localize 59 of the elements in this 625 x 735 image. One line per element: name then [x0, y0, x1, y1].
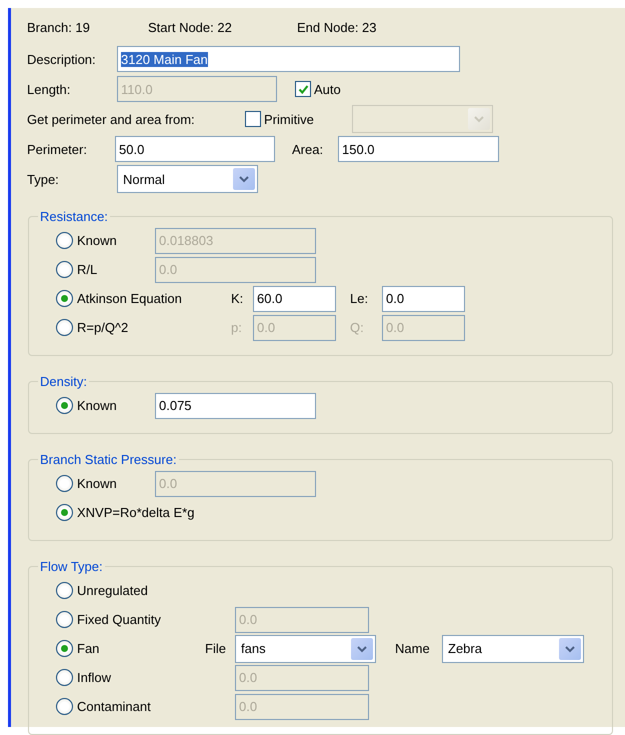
radio-label: Inflow — [77, 670, 111, 685]
radio-button[interactable] — [56, 319, 73, 336]
group-title: Resistance: — [39, 209, 109, 224]
text-field[interactable]: 0.075 — [155, 392, 316, 418]
chevron-down-icon — [468, 108, 490, 130]
group-title: Branch Static Pressure: — [39, 452, 178, 467]
chevron-down-icon — [233, 168, 255, 190]
radio-label: Known — [77, 398, 117, 413]
field-label: K: — [231, 291, 244, 306]
text-field[interactable]: 150.0 — [338, 136, 499, 162]
field-label: Perimeter: — [27, 142, 88, 156]
text-field[interactable]: 50.0 — [115, 136, 275, 162]
text-field[interactable]: 0.0 — [382, 286, 465, 312]
field-label: Q: — [350, 320, 365, 335]
radio-label: Known — [77, 233, 117, 248]
checkmark-icon — [298, 84, 308, 94]
radio-label: R=p/Q^2 — [77, 320, 128, 335]
radio-button[interactable] — [56, 397, 73, 414]
dropdown[interactable]: fans — [235, 634, 376, 662]
dropdown[interactable]: Zebra — [442, 634, 584, 662]
field-label: Area: — [292, 142, 324, 156]
radio-label: R/L — [77, 262, 98, 277]
radio-button[interactable] — [56, 261, 73, 278]
radio-label: Unregulated — [77, 583, 148, 598]
radio-label: Fan — [77, 641, 100, 656]
field-label: Name — [395, 641, 431, 656]
radio-label: Known — [77, 476, 117, 491]
field-label: Length: — [27, 82, 72, 96]
radio-label: Atkinson Equation — [77, 291, 182, 306]
info-text: End Node: 23 — [297, 20, 378, 34]
field-label: Type: — [27, 172, 60, 186]
info-text: Branch: 19 — [27, 20, 91, 34]
checkbox[interactable]: Primitive — [245, 111, 352, 127]
radio-button[interactable] — [56, 669, 73, 686]
chevron-down-icon — [559, 638, 581, 660]
radio-label: XNVP=Ro*delta E*g — [77, 505, 194, 520]
radio-button[interactable] — [56, 640, 73, 657]
text-field[interactable]: 3120 Main Fan — [117, 46, 460, 72]
field-label: p: — [231, 320, 243, 335]
radio-button[interactable] — [56, 475, 73, 492]
chevron-down-icon — [351, 638, 373, 660]
text-field[interactable]: 60.0 — [253, 286, 336, 312]
field-label: Description: — [27, 52, 97, 66]
checkbox[interactable]: Auto — [295, 81, 341, 97]
field-label: Le: — [350, 291, 370, 306]
radio-button[interactable] — [56, 290, 73, 307]
radio-button[interactable] — [56, 611, 73, 628]
field-label: File — [205, 641, 227, 656]
radio-button[interactable] — [56, 582, 73, 599]
radio-label: Fixed Quantity — [77, 612, 161, 627]
dropdown[interactable]: Normal — [117, 165, 258, 193]
group-title: Flow Type: — [39, 559, 104, 574]
field-label: Get perimeter and area from: — [27, 112, 196, 126]
radio-button[interactable] — [56, 698, 73, 715]
radio-label: Contaminant — [77, 699, 151, 714]
info-text: Start Node: 22 — [148, 20, 233, 34]
radio-button[interactable] — [56, 232, 73, 249]
group-title: Density: — [39, 374, 88, 389]
radio-button[interactable] — [56, 504, 73, 521]
